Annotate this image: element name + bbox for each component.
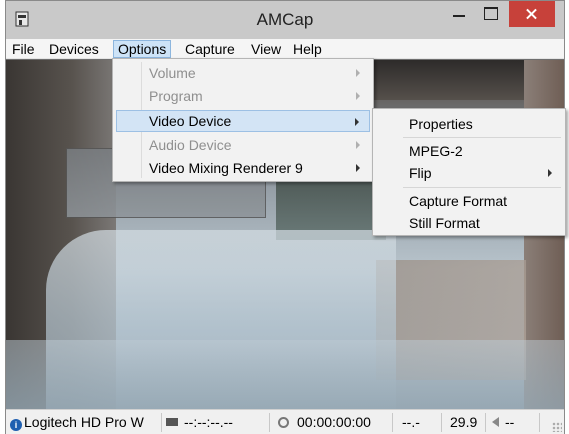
status-device: i Logitech HD Pro W	[10, 410, 160, 434]
menu-item-program[interactable]: Program	[116, 85, 370, 107]
resize-grip-icon[interactable]	[552, 422, 562, 432]
video-device-submenu: Properties MPEG-2 Flip Capture Format St…	[372, 108, 566, 236]
menu-capture[interactable]: Capture	[181, 40, 239, 58]
menu-file[interactable]: File	[8, 40, 39, 58]
menu-item-video-mixing-renderer[interactable]: Video Mixing Renderer 9	[116, 157, 370, 179]
status-dropped: --.-	[402, 414, 420, 430]
submenu-item-still-format[interactable]: Still Format	[376, 212, 562, 234]
submenu-item-capture-format[interactable]: Capture Format	[376, 190, 562, 212]
status-elapsed: 00:00:00:00	[278, 410, 393, 434]
menu-bar: File Devices Options Capture View Help	[6, 39, 564, 59]
submenu-arrow-icon	[356, 164, 360, 172]
submenu-arrow-icon	[356, 69, 360, 77]
info-icon: i	[10, 419, 22, 431]
speaker-icon	[492, 417, 499, 427]
menu-item-audio-device[interactable]: Audio Device	[116, 134, 370, 156]
menu-options[interactable]: Options	[113, 40, 172, 58]
tape-icon	[166, 418, 178, 426]
menu-devices[interactable]: Devices	[45, 40, 103, 58]
menu-view[interactable]: View	[247, 40, 285, 58]
close-icon[interactable]	[509, 1, 555, 27]
submenu-arrow-icon	[356, 141, 360, 149]
status-volume: --	[492, 410, 538, 434]
submenu-arrow-icon	[356, 92, 360, 100]
menu-item-volume[interactable]: Volume	[116, 62, 370, 84]
title-bar[interactable]: AMCap	[6, 1, 564, 39]
status-fps: 29.9	[450, 414, 478, 430]
options-menu: Volume Program Video Device Audio Device…	[112, 58, 374, 182]
submenu-item-properties[interactable]: Properties	[376, 113, 562, 135]
submenu-arrow-icon	[355, 118, 359, 126]
timer-icon	[278, 417, 289, 428]
submenu-item-mpeg2[interactable]: MPEG-2	[376, 140, 562, 162]
maximize-icon[interactable]	[477, 1, 505, 27]
submenu-arrow-icon	[548, 169, 552, 177]
menu-help[interactable]: Help	[289, 40, 326, 58]
minimize-icon[interactable]	[445, 1, 473, 27]
status-timecode: --:--:--.--	[166, 410, 266, 434]
menu-item-video-device[interactable]: Video Device	[116, 110, 370, 132]
status-bar: i Logitech HD Pro W --:--:--.-- 00:00:00:…	[6, 409, 564, 434]
submenu-item-flip[interactable]: Flip	[376, 162, 562, 184]
